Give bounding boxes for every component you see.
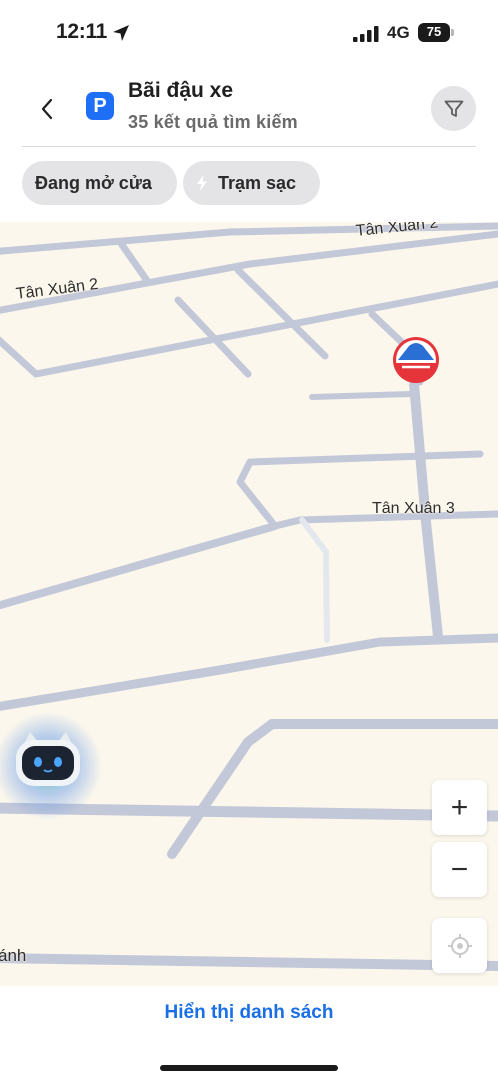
chip-open-now-label: Đang mở cửa [35, 172, 152, 193]
poi-marker[interactable] [392, 336, 440, 384]
home-indicator [160, 1065, 338, 1071]
minus-icon: − [450, 852, 469, 886]
location-arrow-icon [113, 25, 129, 41]
street-label: ánh [0, 946, 27, 965]
my-location-button[interactable] [432, 918, 487, 973]
crosshair-icon [447, 933, 472, 958]
parking-icon: P [86, 92, 114, 120]
page-title: Bãi đậu xe [128, 79, 234, 102]
header-divider [22, 146, 476, 147]
back-button[interactable] [30, 92, 64, 126]
battery-level: 75 [426, 24, 442, 39]
show-list-button[interactable]: Hiển thị danh sách [0, 1002, 498, 1024]
filter-button[interactable] [431, 86, 476, 131]
street-label: Tân Xuân 3 [372, 500, 455, 517]
network-type: 4G [387, 23, 410, 42]
plus-icon: + [450, 790, 469, 824]
chip-open-now[interactable]: Đang mở cửa [22, 161, 177, 205]
status-bar: 12:11 4G 75 [0, 0, 498, 62]
lightning-bolt-icon [197, 175, 207, 191]
bottom-bar: Hiển thị danh sách [0, 986, 498, 1080]
signal-icon [353, 26, 379, 42]
chip-charging-station-label: Trạm sạc [218, 172, 297, 193]
battery-icon: 75 [418, 23, 455, 43]
chevron-left-icon [41, 98, 53, 120]
assistant-bot-icon[interactable] [0, 712, 118, 822]
chip-charging-station[interactable]: Trạm sạc [183, 161, 320, 205]
status-time: 12:11 [56, 20, 108, 43]
filter-icon [444, 100, 463, 117]
zoom-out-button[interactable]: − [432, 842, 487, 897]
header: P Bãi đậu xe 35 kết quả tìm kiếm [0, 62, 498, 148]
zoom-in-button[interactable]: + [432, 780, 487, 835]
result-count: 35 kết quả tìm kiếm [128, 112, 298, 132]
map-view[interactable]: Tân Xuân 2 Tân Xuân 2 Tân Xuân 3 ánh + − [0, 222, 498, 986]
